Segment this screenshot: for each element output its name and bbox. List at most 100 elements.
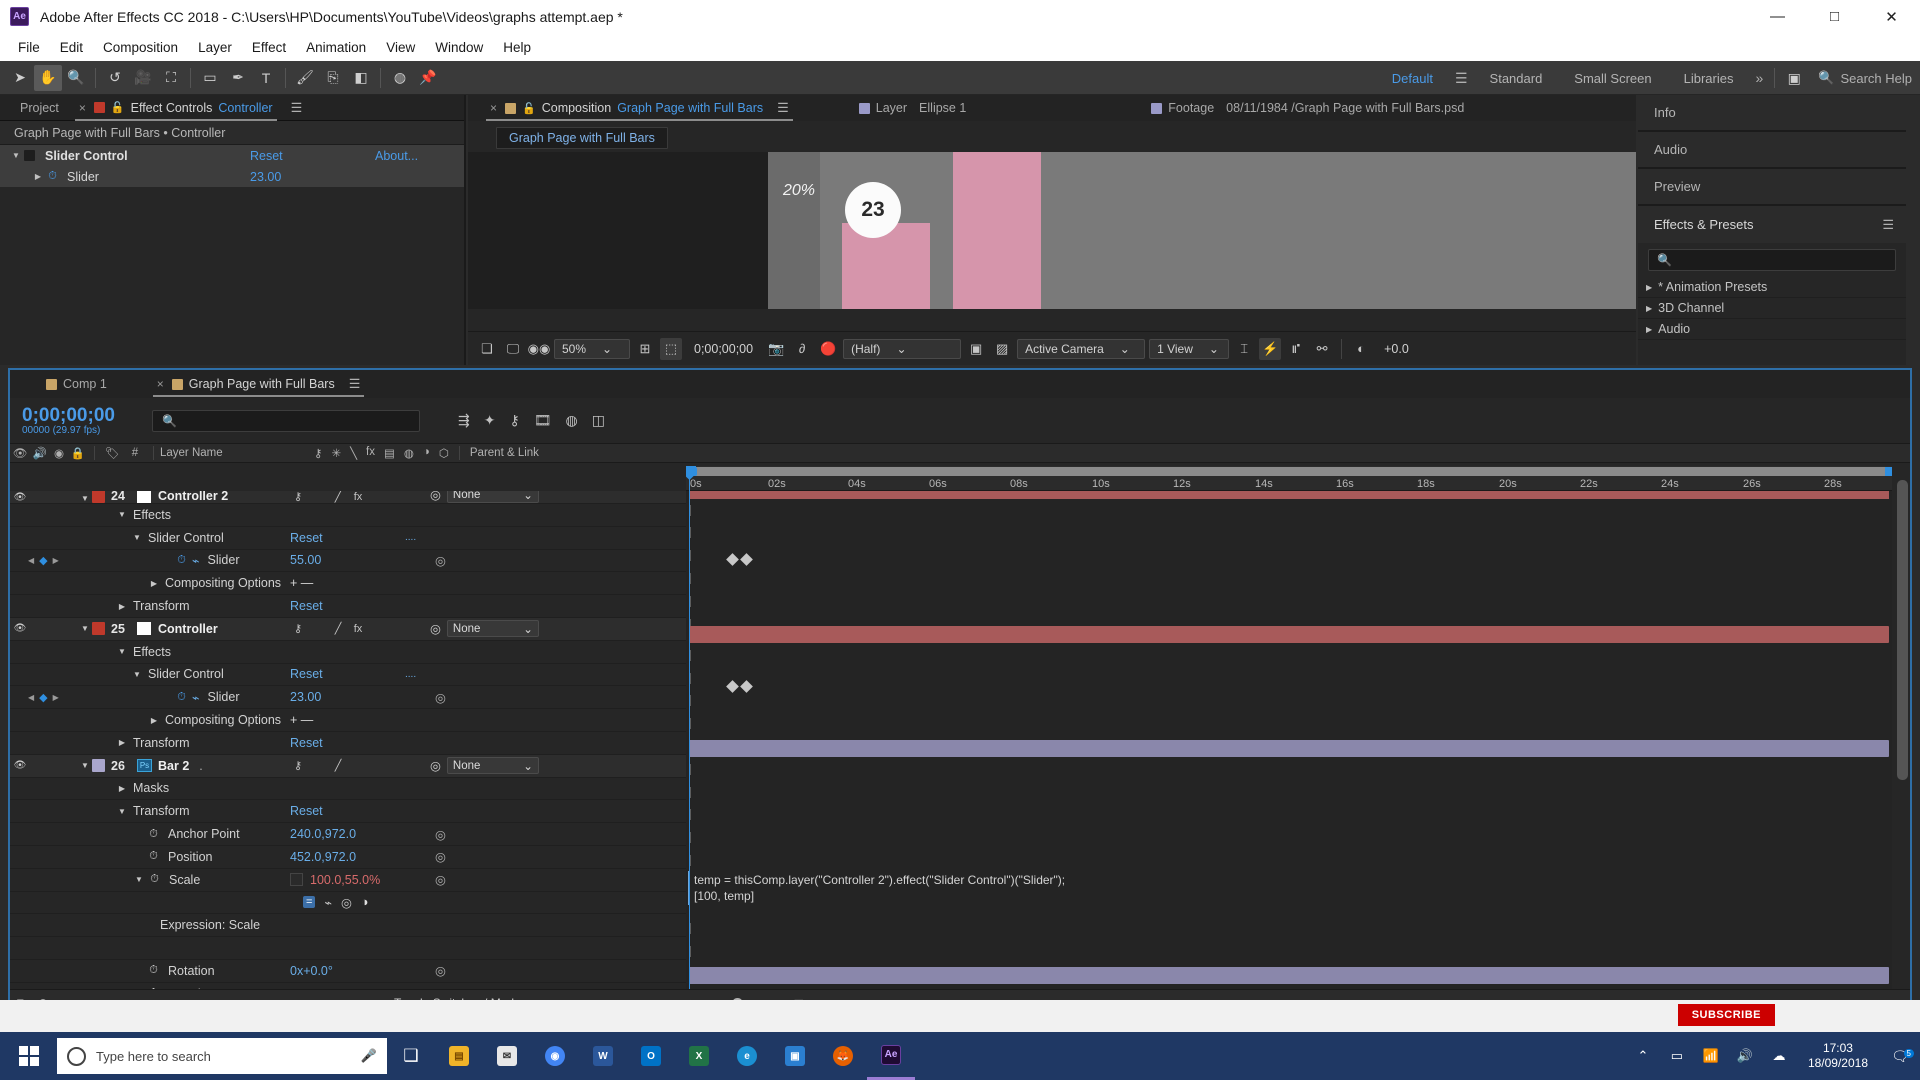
keyframe-marker[interactable] bbox=[726, 680, 739, 693]
layer-color-swatch[interactable] bbox=[92, 759, 105, 772]
effect-slider-row[interactable]: ▶ ⏱ Slider 23.00 bbox=[0, 166, 464, 187]
layer-name[interactable]: Controller bbox=[158, 622, 218, 636]
list-item[interactable]: ▼ Slider Control Reset .... bbox=[10, 664, 686, 687]
tab-project[interactable]: Project bbox=[10, 95, 69, 121]
keyframe-marker[interactable] bbox=[726, 553, 739, 566]
keyframe-diamond-icon[interactable]: ◆ bbox=[39, 691, 47, 704]
layer-duration-bar[interactable] bbox=[689, 626, 1889, 643]
menu-item-window[interactable]: Window bbox=[425, 37, 493, 58]
tab-composition[interactable]: × 🔓 Composition Graph Page with Full Bar… bbox=[480, 95, 799, 121]
disclosure-triangle-icon[interactable]: ▼ bbox=[115, 647, 129, 656]
track-lanes[interactable]: temp = thisComp.layer("Controller 2").ef… bbox=[686, 491, 1892, 989]
timeline-vertical-scrollbar[interactable] bbox=[1897, 470, 1908, 986]
panel-preview[interactable]: Preview bbox=[1638, 169, 1906, 206]
workspace-standard[interactable]: Standard bbox=[1474, 61, 1559, 95]
grid-guides-icon[interactable]: ⊞ bbox=[634, 338, 656, 360]
selection-tool-icon[interactable]: ➤ bbox=[6, 65, 34, 91]
graph-editor-set-icon[interactable]: ⌁ bbox=[192, 690, 200, 705]
expression-pickwhip-icon[interactable]: ◎ bbox=[435, 690, 446, 705]
disclosure-triangle-icon[interactable]: ▶ bbox=[1646, 325, 1652, 334]
motion-blur-icon[interactable]: ◍ bbox=[566, 412, 578, 429]
graph-editor-set-icon[interactable]: ⌁ bbox=[192, 553, 200, 568]
clone-stamp-tool-icon[interactable]: ⎘ bbox=[319, 65, 347, 91]
timeline-menu-icon[interactable]: ☰ bbox=[349, 376, 361, 392]
parent-pickwhip-icon[interactable]: ◎ bbox=[430, 491, 441, 502]
menu-item-edit[interactable]: Edit bbox=[50, 37, 93, 58]
taskbar-app-word[interactable]: W bbox=[579, 1032, 627, 1080]
stopwatch-icon[interactable]: ⏱ bbox=[175, 691, 188, 704]
disclosure-triangle-icon[interactable]: ▼ bbox=[130, 670, 144, 679]
disclosure-triangle-icon[interactable]: ▶ bbox=[147, 716, 161, 725]
disclosure-triangle-icon[interactable]: ▼ bbox=[78, 494, 92, 503]
parent-select[interactable]: None ⌄ bbox=[447, 757, 539, 774]
menu-item-layer[interactable]: Layer bbox=[188, 37, 242, 58]
taskbar-app-file-explorer[interactable]: ▤ bbox=[435, 1032, 483, 1080]
disclosure-triangle-icon[interactable]: ▶ bbox=[1646, 283, 1652, 292]
tray-volume-icon[interactable]: 🔊 bbox=[1728, 1048, 1762, 1064]
camera-tool-icon[interactable]: 🎥 bbox=[129, 65, 157, 91]
next-keyframe-icon[interactable]: ▶ bbox=[53, 693, 59, 702]
rotation-tool-icon[interactable]: ↺ bbox=[101, 65, 129, 91]
current-time-indicator[interactable] bbox=[689, 466, 690, 989]
start-button[interactable] bbox=[0, 1032, 57, 1080]
action-center-button[interactable]: 🗨5 bbox=[1880, 1048, 1920, 1065]
table-row[interactable]: 👁 ▼ 24 Controller 2 ⚷╱fx ◎ None ⌄ bbox=[10, 491, 686, 504]
mask-icon[interactable]: ∂ bbox=[791, 338, 813, 360]
effect-reset-link[interactable]: Reset bbox=[250, 149, 283, 163]
parent-select[interactable]: None ⌄ bbox=[447, 620, 539, 637]
graph-editor-icon[interactable]: ◫ bbox=[592, 412, 605, 429]
taskbar-app-after-effects[interactable]: Ae bbox=[867, 1032, 915, 1080]
disclosure-triangle-icon[interactable]: ▶ bbox=[1646, 304, 1652, 313]
viewer-timecode[interactable]: 0;00;00;00 bbox=[686, 342, 761, 356]
tab-footage[interactable]: Footage 08/11/1984 /Graph Page with Full… bbox=[1141, 95, 1474, 121]
prev-keyframe-icon[interactable]: ◀ bbox=[28, 556, 34, 565]
zoom-tool-icon[interactable]: 🔍 bbox=[62, 65, 90, 91]
taskbar-clock[interactable]: 17:03 18/09/2018 bbox=[1796, 1041, 1880, 1071]
take-snapshot-icon[interactable]: ❏ bbox=[476, 338, 498, 360]
composition-name-chip[interactable]: Graph Page with Full Bars bbox=[496, 127, 668, 149]
region-interest-toggle-icon[interactable]: ▣ bbox=[965, 338, 987, 360]
taskbar-app-outlook[interactable]: O bbox=[627, 1032, 675, 1080]
hide-shy-layers-icon[interactable]: ⚷ bbox=[509, 412, 519, 429]
list-item[interactable]: ▶ Compositing Options + — bbox=[10, 572, 686, 595]
eye-icon[interactable]: 👁 bbox=[10, 760, 30, 771]
task-view-button[interactable]: ❑ bbox=[387, 1032, 435, 1080]
list-item[interactable]: ▶ Transform Reset bbox=[10, 732, 686, 755]
taskbar-app-excel[interactable]: X bbox=[675, 1032, 723, 1080]
show-snapshot-icon[interactable]: 🖵 bbox=[502, 338, 524, 360]
keyframe-navigator[interactable]: ◀ ◆ ▶ bbox=[28, 554, 59, 567]
disclosure-triangle-icon[interactable]: ▼ bbox=[8, 151, 24, 160]
list-item[interactable]: ▼ Transform Reset bbox=[10, 800, 686, 823]
expression-graph-icon[interactable]: ⌁ bbox=[324, 895, 332, 910]
pan-behind-tool-icon[interactable]: ⛶ bbox=[157, 65, 185, 91]
timeline-search-input[interactable]: 🔍 bbox=[152, 410, 420, 432]
list-item[interactable]: ▶ Compositing Options + — bbox=[10, 709, 686, 732]
expression-enable-icon[interactable]: = bbox=[303, 896, 315, 908]
expression-language-menu-icon[interactable]: ◑ bbox=[361, 895, 369, 909]
tab-comp-1[interactable]: Comp 1 bbox=[36, 371, 117, 397]
keyframe-diamond-icon[interactable]: ◆ bbox=[39, 554, 47, 567]
layer-color-swatch[interactable] bbox=[92, 622, 105, 635]
zoom-level-select[interactable]: 50% ⌄ bbox=[554, 339, 630, 359]
tray-expand-icon[interactable]: ⌃ bbox=[1626, 1048, 1660, 1064]
work-area-bar[interactable] bbox=[686, 467, 1892, 476]
prev-keyframe-icon[interactable]: ◀ bbox=[28, 693, 34, 702]
stopwatch-icon[interactable]: ⏱ bbox=[147, 964, 160, 977]
menu-item-effect[interactable]: Effect bbox=[242, 37, 296, 58]
disclosure-triangle-icon[interactable]: ▼ bbox=[132, 875, 146, 884]
disclosure-triangle-icon[interactable]: ▼ bbox=[130, 533, 144, 542]
tab-layer[interactable]: Layer Ellipse 1 bbox=[849, 95, 977, 121]
property-value[interactable]: 240.0,972.0 bbox=[290, 827, 356, 841]
layer-name[interactable]: Bar 2 bbox=[158, 759, 189, 773]
list-item[interactable]: ◀ ◆ ▶ ⏱ ⌁ Slider 23.00 ◎ bbox=[10, 686, 686, 709]
workspace-small-screen[interactable]: Small Screen bbox=[1558, 61, 1667, 95]
layer-name[interactable]: Controller 2 bbox=[158, 491, 228, 503]
disclosure-triangle-icon[interactable]: ▼ bbox=[115, 807, 129, 816]
disclosure-triangle-icon[interactable]: ▶ bbox=[30, 172, 46, 181]
disclosure-triangle-icon[interactable]: ▼ bbox=[115, 510, 129, 519]
table-row[interactable]: 👁 ▼ 25 Controller ⚷╱fx ◎ None ⌄ bbox=[10, 618, 686, 641]
taskbar-app-edge[interactable]: e bbox=[723, 1032, 771, 1080]
stopwatch-icon[interactable]: ⏱ bbox=[148, 873, 161, 886]
list-item[interactable]: ⏱ Rotation 0x+0.0° ◎ bbox=[10, 960, 686, 983]
keyframe-marker[interactable] bbox=[740, 553, 753, 566]
